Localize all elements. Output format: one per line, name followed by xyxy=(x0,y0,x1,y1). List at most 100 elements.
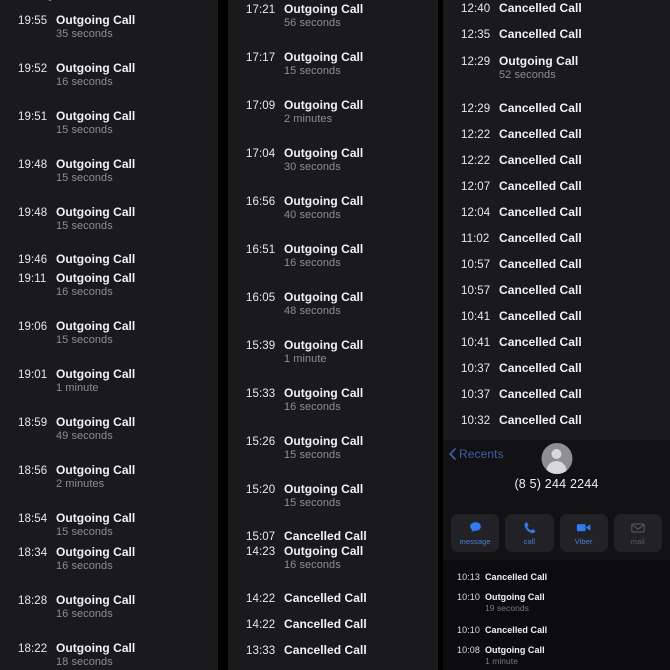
call-time: 12:40 xyxy=(461,3,491,15)
call-time: 15:26 xyxy=(246,436,276,448)
call-log-row[interactable]: 19:55 Outgoing Call 35 seconds xyxy=(0,5,218,53)
call-log-row[interactable]: 13:33Cancelled Call xyxy=(228,636,438,662)
call-duration: 19 seconds xyxy=(485,603,529,613)
call-log-row[interactable]: 10:37 Cancelled Call xyxy=(443,354,670,380)
call-time: 19:48 xyxy=(18,159,48,171)
call-time: 10:57 xyxy=(461,259,491,271)
call-duration: 49 seconds xyxy=(56,430,113,442)
call-type-label: Outgoing Call xyxy=(56,463,136,477)
call-log-row[interactable]: 10:57 Cancelled Call xyxy=(443,250,670,276)
call-log-row[interactable]: 12:07 Cancelled Call xyxy=(443,172,670,198)
call-log-row[interactable]: 12:22 Cancelled Call xyxy=(443,120,670,146)
call-log-row[interactable]: 16:56 Outgoing Call 40 seconds xyxy=(228,186,438,234)
call-log-row[interactable]: 12:04 Cancelled Call xyxy=(443,198,670,224)
call-duration: 52 seconds xyxy=(499,69,556,81)
call-log-row[interactable]: 18:56 Outgoing Call 2 minutes xyxy=(0,455,218,503)
call-log-row[interactable]: 10:57 Cancelled Call xyxy=(443,276,670,302)
call-type-label: Cancelled Call xyxy=(499,309,582,323)
call-duration: 18 seconds xyxy=(56,656,113,668)
call-type-label: Cancelled Call xyxy=(499,153,582,167)
contact-action-message[interactable]: message xyxy=(451,514,500,552)
call-log-row[interactable]: 17:17 Outgoing Call 15 seconds xyxy=(228,42,438,90)
video-camera-icon xyxy=(576,520,591,535)
call-time: 12:22 xyxy=(461,155,491,167)
call-time: 11:02 xyxy=(461,233,490,245)
contact-action-call[interactable]: call xyxy=(505,514,554,552)
call-log-row[interactable]: 18:59 Outgoing Call 49 seconds xyxy=(0,407,218,455)
call-type-label: Outgoing Call xyxy=(284,290,364,304)
call-type-label: Cancelled Call xyxy=(284,591,367,605)
call-duration: 15 seconds xyxy=(284,497,341,509)
call-log-row[interactable]: 19:48 Outgoing Call 15 seconds xyxy=(0,197,218,245)
back-to-recents-button[interactable]: Recents xyxy=(449,447,504,461)
call-log-row[interactable]: 16:05 Outgoing Call 48 seconds xyxy=(228,282,438,330)
call-log-row[interactable]: 10:13 Cancelled Call xyxy=(443,568,670,588)
call-duration: 16 seconds xyxy=(284,257,341,269)
call-time: 18:34 xyxy=(18,547,48,559)
call-log-row[interactable]: 19:52 Outgoing Call 16 seconds xyxy=(0,53,218,101)
call-type-label: Outgoing Call xyxy=(284,98,364,112)
call-log-row[interactable]: 10:08 Outgoing Call 1 minute xyxy=(443,641,670,670)
call-log-row[interactable]: 10:10 Cancelled Call xyxy=(443,621,670,641)
contact-action-viber[interactable]: Viber xyxy=(559,514,608,552)
call-log-row[interactable]: 19:06 Outgoing Call 15 seconds xyxy=(0,311,218,359)
call-log-row[interactable]: 12:29 Cancelled Call xyxy=(443,94,670,120)
call-log-row[interactable]: 19:48 Outgoing Call 15 seconds xyxy=(0,149,218,197)
avatar-body xyxy=(546,461,567,474)
call-time: 18:54 xyxy=(18,513,48,525)
call-log-row[interactable]: 12:22 Cancelled Call xyxy=(443,146,670,172)
call-time: 18:28 xyxy=(18,595,48,607)
call-type-label: Outgoing Call xyxy=(499,54,579,68)
call-duration: 16 seconds xyxy=(284,559,341,571)
call-time: 17:21 xyxy=(246,4,276,16)
call-log-row[interactable]: 18:22 Outgoing Call 18 seconds xyxy=(0,633,218,670)
call-type-label: Outgoing Call xyxy=(56,593,136,607)
call-log-row[interactable]: 14:22 Cancelled Call xyxy=(228,584,438,610)
call-type-label: Cancelled Call xyxy=(499,361,582,375)
call-duration: 1 minute xyxy=(56,382,99,394)
call-log-row[interactable]: 10:32 Cancelled Call xyxy=(443,406,670,432)
call-duration: 35 seconds xyxy=(56,28,113,40)
call-log-row[interactable]: 17:21 Outgoing Call 56 seconds xyxy=(228,0,438,42)
call-type-label: Outgoing Call xyxy=(56,415,136,429)
call-log-row[interactable]: 18:28 Outgoing Call 16 seconds xyxy=(0,585,218,633)
recents-column-left[interactable]: Today19:55Outgoing Call35 seconds19:52Ou… xyxy=(0,0,218,670)
recents-column-middle[interactable]: 17:21 Outgoing Call 56 seconds 17:17 Outgoin… xyxy=(228,0,438,670)
call-log-row[interactable]: 17:04 Outgoing Call 30 seconds xyxy=(228,138,438,186)
call-log-row[interactable]: 12:35 Cancelled Call xyxy=(443,20,670,46)
call-log-row[interactable]: 15:33 Outgoing Call 16 seconds xyxy=(228,378,438,426)
call-time: 10:10 xyxy=(457,592,481,602)
call-type-label: Outgoing Call xyxy=(284,482,364,496)
call-log-row-torn[interactable]: 14:23 Outgoing Call 16 seconds xyxy=(228,536,438,584)
call-log-row[interactable]: 10:37 Cancelled Call xyxy=(443,380,670,406)
call-log-row-torn[interactable]: 19:11 Outgoing Call 16 seconds xyxy=(0,263,218,311)
call-log-row[interactable]: 10:41 Cancelled Call xyxy=(443,302,670,328)
call-type-label: Cancelled Call xyxy=(499,127,582,141)
call-log-row[interactable]: 13:33Cancelled Call xyxy=(228,662,438,670)
call-log-row[interactable]: 16:51 Outgoing Call 16 seconds xyxy=(228,234,438,282)
call-log-row[interactable]: 12:29 Outgoing Call 52 seconds xyxy=(443,46,670,94)
call-type-label: Cancelled Call xyxy=(499,283,582,297)
call-log-row[interactable]: 15:20 Outgoing Call 15 seconds xyxy=(228,474,438,522)
call-log-row[interactable]: 14:22 Cancelled Call xyxy=(228,610,438,636)
call-log-row[interactable]: 10:41 Cancelled Call xyxy=(443,328,670,354)
call-time: 10:13 xyxy=(457,572,481,582)
call-log-row[interactable]: 15:26 Outgoing Call 15 seconds xyxy=(228,426,438,474)
call-type-label: Cancelled Call xyxy=(284,643,367,657)
call-log-row[interactable]: 17:09 Outgoing Call 2 minutes xyxy=(228,90,438,138)
call-type-label: Outgoing Call xyxy=(284,434,364,448)
contact-call-history-list[interactable]: 10:13 Cancelled Call 10:10 Outgoing Call 19 … xyxy=(443,560,670,670)
call-log-row[interactable]: 11:02 Cancelled Call xyxy=(443,224,670,250)
call-log-row[interactable]: 10:10 Outgoing Call 19 seconds xyxy=(443,588,670,621)
call-duration: 15 seconds xyxy=(56,172,113,184)
call-log-row[interactable]: 12:40 Cancelled Call xyxy=(443,0,670,20)
call-type-label: Cancelled Call xyxy=(499,179,582,193)
call-type-label: Cancelled Call xyxy=(499,257,582,271)
call-log-row-torn[interactable]: 18:34 Outgoing Call 16 seconds xyxy=(0,537,218,585)
call-duration: 2 minutes xyxy=(284,113,333,125)
call-log-row[interactable]: 19:51 Outgoing Call 15 seconds xyxy=(0,101,218,149)
call-log-row[interactable]: 15:39 Outgoing Call 1 minute xyxy=(228,330,438,378)
call-duration: 1 minute xyxy=(485,656,519,666)
phone-icon xyxy=(523,520,536,535)
call-log-row[interactable]: 19:01 Outgoing Call 1 minute xyxy=(0,359,218,407)
